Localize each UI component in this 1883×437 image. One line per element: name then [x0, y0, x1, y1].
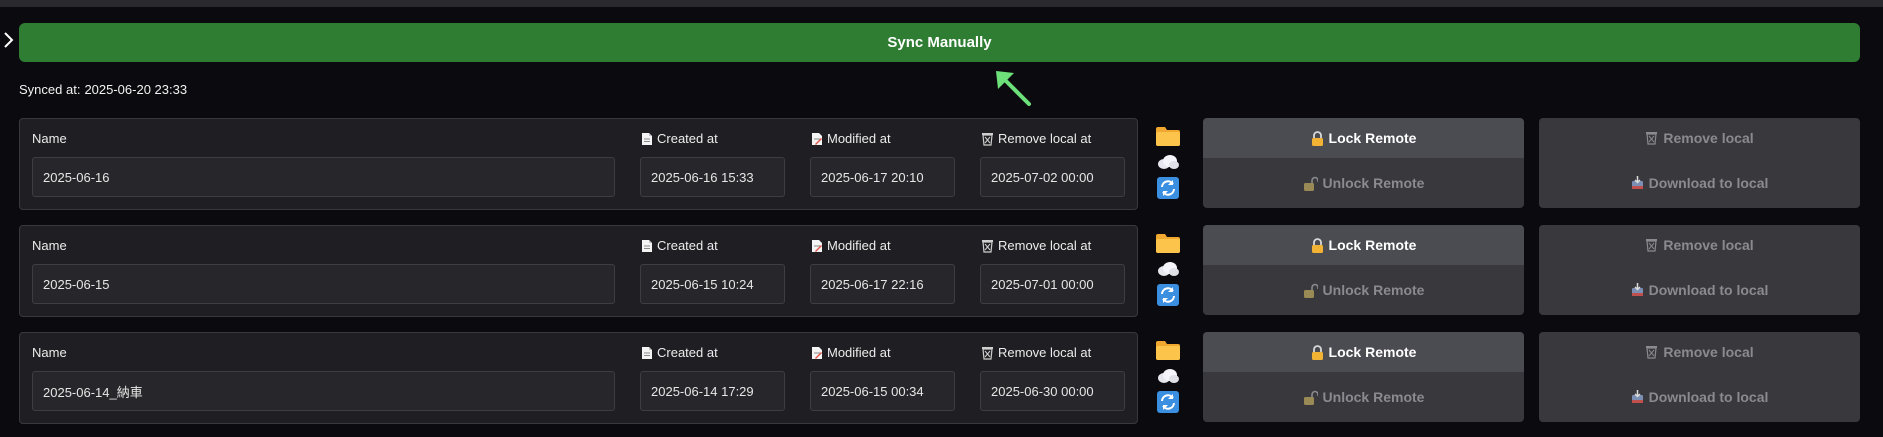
local-controls: Remove local Download to local [1539, 332, 1860, 422]
unlock-remote-button[interactable]: Unlock Remote [1203, 372, 1524, 422]
folder-icon[interactable] [1155, 231, 1181, 255]
lock-icon [1311, 344, 1324, 360]
cloud-icon[interactable] [1155, 257, 1181, 281]
wastebasket-icon [1645, 345, 1658, 359]
remove-local-at-field[interactable]: 2025-07-01 00:00 [980, 264, 1125, 304]
lock-remote-button[interactable]: Lock Remote [1203, 225, 1524, 265]
download-to-local-button[interactable]: Download to local [1539, 265, 1860, 315]
created-label: Created at [641, 238, 718, 253]
remove-local-at-label: Remove local at [981, 345, 1091, 360]
modified-field[interactable]: 2025-06-17 22:16 [810, 264, 955, 304]
download-icon [1631, 390, 1644, 404]
name-label: Name [32, 238, 67, 253]
modified-document-icon [811, 132, 823, 146]
name-label: Name [32, 131, 67, 146]
created-field[interactable]: 2025-06-15 10:24 [640, 264, 785, 304]
file-row: Name 2025-06-16 Created at 2025-06-16 15… [0, 118, 1883, 210]
created-label: Created at [641, 345, 718, 360]
document-icon [641, 346, 653, 360]
remove-local-at-label: Remove local at [981, 238, 1091, 253]
modified-document-icon [811, 239, 823, 253]
file-card: Name 2025-06-14_納車 Created at 2025-06-14… [19, 332, 1138, 424]
sync-icon[interactable] [1155, 390, 1181, 414]
lock-controls: Lock Remote Unlock Remote [1203, 225, 1524, 315]
unlock-remote-button[interactable]: Unlock Remote [1203, 265, 1524, 315]
document-icon [641, 239, 653, 253]
wastebasket-icon [981, 239, 994, 253]
file-row: Name 2025-06-15 Created at 2025-06-15 10… [0, 225, 1883, 317]
created-field[interactable]: 2025-06-14 17:29 [640, 371, 785, 411]
synced-at-label: Synced at: [19, 82, 81, 97]
arrow-icon [990, 65, 1035, 110]
name-field[interactable]: 2025-06-15 [32, 264, 615, 304]
synced-at-text: Synced at: 2025-06-20 23:33 [19, 82, 187, 97]
sync-manually-button[interactable]: Sync Manually [19, 23, 1860, 62]
local-controls: Remove local Download to local [1539, 225, 1860, 315]
synced-at-value: 2025-06-20 23:33 [84, 82, 188, 97]
folder-icon[interactable] [1155, 124, 1181, 148]
lock-controls: Lock Remote Unlock Remote [1203, 332, 1524, 422]
modified-field[interactable]: 2025-06-15 00:34 [810, 371, 955, 411]
remove-local-at-label: Remove local at [981, 131, 1091, 146]
modified-label: Modified at [811, 238, 891, 253]
wastebasket-icon [981, 346, 994, 360]
lock-icon [1311, 237, 1324, 253]
name-label: Name [32, 345, 67, 360]
unlock-icon [1303, 176, 1318, 191]
remove-local-button[interactable]: Remove local [1539, 332, 1860, 372]
modified-label: Modified at [811, 345, 891, 360]
wastebasket-icon [1645, 238, 1658, 252]
wastebasket-icon [1645, 131, 1658, 145]
cloud-icon[interactable] [1155, 364, 1181, 388]
wastebasket-icon [981, 132, 994, 146]
modified-field[interactable]: 2025-06-17 20:10 [810, 157, 955, 197]
unlock-icon [1303, 390, 1318, 405]
modified-label: Modified at [811, 131, 891, 146]
download-icon [1631, 283, 1644, 297]
top-strip [0, 0, 1883, 7]
lock-icon [1311, 130, 1324, 146]
cloud-icon[interactable] [1155, 150, 1181, 174]
remove-local-button[interactable]: Remove local [1539, 118, 1860, 158]
remove-local-at-field[interactable]: 2025-07-02 00:00 [980, 157, 1125, 197]
file-row: Name 2025-06-14_納車 Created at 2025-06-14… [0, 332, 1883, 424]
folder-icon[interactable] [1155, 338, 1181, 362]
sync-icon[interactable] [1155, 283, 1181, 307]
download-to-local-button[interactable]: Download to local [1539, 372, 1860, 422]
created-field[interactable]: 2025-06-16 15:33 [640, 157, 785, 197]
local-controls: Remove local Download to local [1539, 118, 1860, 208]
lock-remote-button[interactable]: Lock Remote [1203, 118, 1524, 158]
remove-local-at-field[interactable]: 2025-06-30 00:00 [980, 371, 1125, 411]
file-card: Name 2025-06-15 Created at 2025-06-15 10… [19, 225, 1138, 317]
expand-chevron-icon[interactable] [2, 30, 16, 50]
modified-document-icon [811, 346, 823, 360]
document-icon [641, 132, 653, 146]
name-field[interactable]: 2025-06-16 [32, 157, 615, 197]
file-card: Name 2025-06-16 Created at 2025-06-16 15… [19, 118, 1138, 210]
created-label: Created at [641, 131, 718, 146]
remove-local-button[interactable]: Remove local [1539, 225, 1860, 265]
unlock-icon [1303, 283, 1318, 298]
sync-icon[interactable] [1155, 176, 1181, 200]
download-to-local-button[interactable]: Download to local [1539, 158, 1860, 208]
download-icon [1631, 176, 1644, 190]
lock-remote-button[interactable]: Lock Remote [1203, 332, 1524, 372]
name-field[interactable]: 2025-06-14_納車 [32, 371, 615, 411]
lock-controls: Lock Remote Unlock Remote [1203, 118, 1524, 208]
unlock-remote-button[interactable]: Unlock Remote [1203, 158, 1524, 208]
